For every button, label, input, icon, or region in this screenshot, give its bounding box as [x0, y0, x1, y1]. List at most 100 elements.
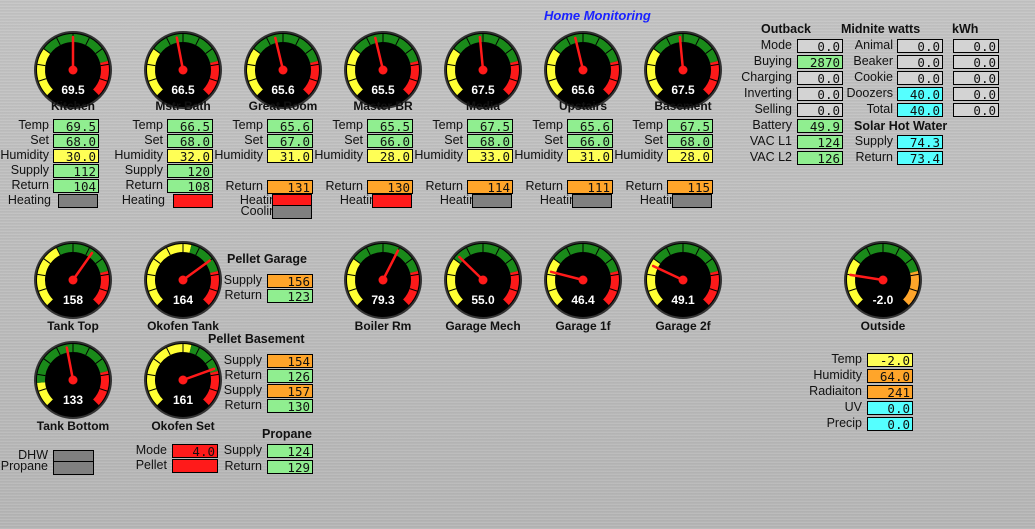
zone-value-return: 114	[467, 180, 513, 195]
outback-value: 2870	[797, 55, 843, 70]
gauge-label-master-br: Master BR	[353, 99, 413, 113]
zone-status-cooling	[272, 205, 312, 219]
gauge-label-kitchen: Kitchen	[50, 99, 95, 113]
zone-label: Set	[544, 133, 563, 147]
zone-value-humidity: 32.0	[167, 149, 213, 164]
zone-label: Temp	[532, 118, 563, 132]
pellet-basement-label: Return	[224, 398, 262, 412]
midnite-kwh: 0.0	[953, 39, 999, 54]
gauge-label-garage-2f: Garage 2f	[655, 319, 711, 333]
outback-value: 0.0	[797, 103, 843, 118]
midnite-label: Beaker	[853, 54, 893, 68]
gauge-label-upstairs: Upstairs	[558, 99, 608, 113]
gauge-value: 65.5	[371, 83, 395, 97]
zone-label: Humidity	[314, 148, 363, 162]
zone-label: Humidity	[214, 148, 263, 162]
zone-label: Heating	[7, 193, 51, 207]
midnite-header: Midnite watts	[841, 22, 921, 36]
gauge-hub	[678, 275, 688, 285]
gauge-outside: -2.0	[844, 241, 922, 319]
zone-status-heating	[572, 194, 612, 208]
outback-value: 124	[797, 135, 843, 150]
zone-value-set: 67.0	[267, 134, 313, 149]
zone-value-temp: 65.6	[267, 119, 313, 134]
zone-value-temp: 65.6	[567, 119, 613, 134]
zone-value-return: 130	[367, 180, 413, 195]
zone-value-supply: 112	[53, 164, 99, 179]
zone-label: Return	[625, 179, 663, 193]
gauge-value: 67.5	[471, 83, 495, 97]
outback-value: 126	[797, 151, 843, 166]
zone-value-set: 68.0	[667, 134, 713, 149]
kwh-header: kWh	[952, 22, 979, 36]
zone-status-heating	[173, 194, 213, 208]
gauge-hub	[178, 65, 188, 75]
pellet-garage-label: Return	[224, 288, 262, 302]
pellet-garage-label: Supply	[223, 273, 262, 287]
gauge-hub	[378, 65, 388, 75]
pellet-basement-value: 126	[267, 369, 313, 384]
midnite-watts: 0.0	[897, 39, 943, 54]
gauge-tank-bottom: 133	[34, 341, 112, 419]
okofen-status-label: Mode	[135, 443, 167, 457]
propane-value: 129	[267, 460, 313, 475]
gauge-hub	[68, 65, 78, 75]
weather-value: 241	[867, 385, 913, 400]
gauge-hub	[578, 65, 588, 75]
zone-value-temp: 67.5	[467, 119, 513, 134]
zone-value-humidity: 33.0	[467, 149, 513, 164]
pellet-basement-value: 130	[267, 399, 313, 414]
zone-label: Return	[225, 179, 263, 193]
gauge-label-great-room: Great Room	[248, 99, 318, 113]
zone-value-humidity: 31.0	[567, 149, 613, 164]
zone-value-temp: 67.5	[667, 119, 713, 134]
pellet-basement-header: Pellet Basement	[208, 332, 305, 346]
pellet-basement-value: 157	[267, 384, 313, 399]
outback-label: Selling	[754, 102, 792, 116]
dhw-status	[53, 461, 94, 475]
zone-value-set: 68.0	[467, 134, 513, 149]
outback-label: Mode	[760, 38, 792, 52]
gauge-value: 66.5	[171, 83, 195, 97]
gauge-garage-1f: 46.4	[544, 241, 622, 319]
gauge-label-basement: Basement	[654, 99, 712, 113]
zone-label: Set	[144, 133, 163, 147]
zone-value-humidity: 30.0	[53, 149, 99, 164]
okofen-status-value: 4.0	[172, 444, 218, 459]
zone-value-temp: 66.5	[167, 119, 213, 134]
midnite-watts: 40.0	[897, 87, 943, 102]
gauge-label-okofen-tank: Okofen Tank	[147, 319, 219, 333]
gauge-hub	[178, 275, 188, 285]
propane-label: Return	[224, 459, 262, 473]
gauge-value: 69.5	[61, 83, 85, 97]
outback-label: VAC L1	[749, 134, 792, 148]
gauge-hub	[68, 275, 78, 285]
zone-status-heating	[372, 194, 412, 208]
gauge-hub	[378, 275, 388, 285]
zone-label: Humidity	[614, 148, 663, 162]
zone-label: Temp	[18, 118, 49, 132]
gauge-hub	[578, 275, 588, 285]
midnite-kwh: 0.0	[953, 55, 999, 70]
propane-header: Propane	[262, 427, 313, 441]
zone-status-heating	[58, 194, 98, 208]
midnite-kwh: 0.0	[953, 103, 999, 118]
weather-value: -2.0	[867, 353, 913, 368]
gauge-value: 55.0	[471, 293, 495, 307]
gauge-label-tank-bottom: Tank Bottom	[36, 419, 110, 433]
weather-label: Temp	[831, 352, 862, 366]
gauge-value: 49.1	[671, 293, 695, 307]
gauge-value: 46.4	[571, 293, 595, 307]
zone-value-temp: 69.5	[53, 119, 99, 134]
outback-label: VAC L2	[749, 150, 792, 164]
pellet-basement-label: Return	[224, 368, 262, 382]
zone-label: Heating	[121, 193, 165, 207]
gauge-value: 67.5	[671, 83, 695, 97]
midnite-kwh: 0.0	[953, 71, 999, 86]
gauge-hub	[478, 275, 488, 285]
propane-value: 124	[267, 444, 313, 459]
midnite-label: Total	[866, 102, 893, 116]
weather-label: UV	[844, 400, 862, 414]
zone-value-return: 104	[53, 179, 99, 194]
zone-label: Set	[344, 133, 363, 147]
